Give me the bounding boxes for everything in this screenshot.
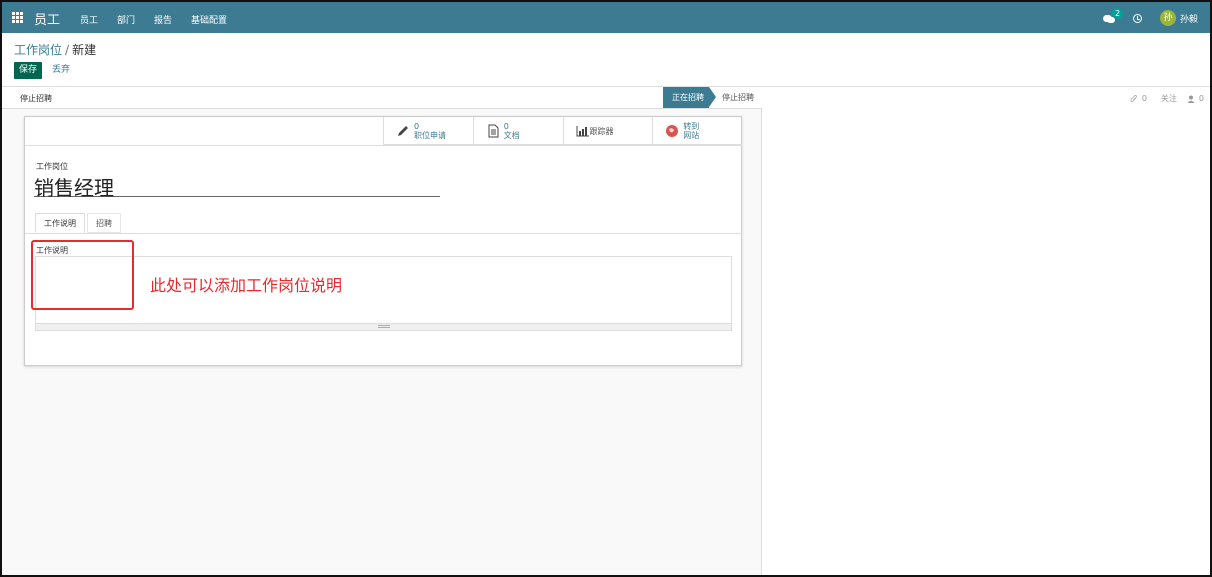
attachments-button[interactable]: 0 [1130,94,1147,103]
website-line1: 转到 [683,122,700,131]
stop-recruitment-button[interactable]: 停止招聘 [20,93,52,104]
chatter-topbar: 0 关注 0 [764,87,1210,109]
apps-grid-icon[interactable] [12,12,23,23]
stage-recruiting[interactable]: 正在招聘 [663,87,716,108]
tracker-smart-button[interactable]: 跟踪器 [562,117,653,145]
app-title[interactable]: 员工 [34,9,60,28]
menu-item-departments[interactable]: 部门 [117,13,135,26]
chat-icon[interactable]: 2 [1102,8,1123,24]
job-title-input[interactable]: 销售经理 [34,172,440,200]
main-menu: 员工 部门 报告 基础配置 [80,13,246,26]
breadcrumb-current: 新建 [72,43,97,57]
applications-label: 职位申请 [414,131,446,140]
breadcrumb: 工作岗位 / 新建 [14,41,96,58]
bar-chart-icon [576,126,589,137]
resize-handle-icon[interactable] [378,325,390,328]
form-notebook-tabs: 工作说明 招聘 [35,213,123,233]
annotation-text: 此处可以添加工作岗位说明 [150,276,343,295]
description-editor[interactable] [35,256,732,331]
follow-button[interactable]: 关注 [1157,93,1177,104]
globe-icon [666,125,679,137]
documents-label: 文档 [503,131,520,140]
form-statusbar: 停止招聘 正在招聘 停止招聘 [2,87,762,109]
stage-not-recruiting[interactable]: 停止招聘 [722,87,754,108]
applications-count: 0 [414,122,420,131]
button-box-divider [25,145,742,146]
discard-button[interactable]: 丢弃 [52,62,70,79]
paperclip-icon [1130,94,1137,102]
smart-button-box: 0 职位申请 0 文档 跟踪器 转到 网站 [383,117,742,145]
save-button[interactable]: 保存 [14,62,42,79]
menu-item-employees[interactable]: 员工 [80,13,98,26]
chatter-actions: 0 关注 0 [1120,93,1204,104]
tracker-label: 跟踪器 [589,127,614,136]
form-view: 停止招聘 正在招聘 停止招聘 0 职位申请 0 文档 跟踪器 转到 网站 工作岗… [2,87,762,575]
followers-button[interactable]: 0 [1187,94,1204,103]
follow-label: 关注 [1160,94,1177,103]
user-avatar[interactable]: 孙 [1159,10,1176,26]
breadcrumb-separator: / [65,43,70,57]
website-line2: 网站 [683,131,700,140]
user-icon [1187,95,1195,103]
document-icon [488,124,499,138]
followers-count: 0 [1198,94,1204,103]
breadcrumb-parent[interactable]: 工作岗位 [14,43,62,57]
job-title-label: 工作岗位 [36,162,68,171]
chat-badge: 2 [1111,8,1123,19]
pencil-icon [398,126,408,136]
documents-count: 0 [503,122,509,131]
website-smart-button[interactable]: 转到 网站 [652,117,742,145]
top-navbar: 员工 员工 部门 报告 基础配置 2 孙 孙毅 [2,2,1210,33]
navbar-systray: 2 孙 孙毅 [1102,8,1198,28]
menu-item-reports[interactable]: 报告 [154,13,172,26]
editor-resize-bar[interactable] [36,323,731,330]
tab-recruitment[interactable]: 招聘 [87,213,121,233]
menu-item-configuration[interactable]: 基础配置 [191,13,227,26]
user-name[interactable]: 孙毅 [1180,12,1198,25]
documents-smart-button[interactable]: 0 文档 [472,117,563,145]
attachments-count: 0 [1141,94,1147,103]
app-window: 员工 员工 部门 报告 基础配置 2 孙 孙毅 工作岗位 / 新建 保存 丢弃 停止… [0,0,1212,577]
tabs-divider [25,233,742,234]
applications-smart-button[interactable]: 0 职位申请 [383,117,473,145]
annotation-highlight-box [31,240,134,310]
activity-clock-icon[interactable] [1132,13,1142,23]
tab-job-description[interactable]: 工作说明 [35,213,85,233]
